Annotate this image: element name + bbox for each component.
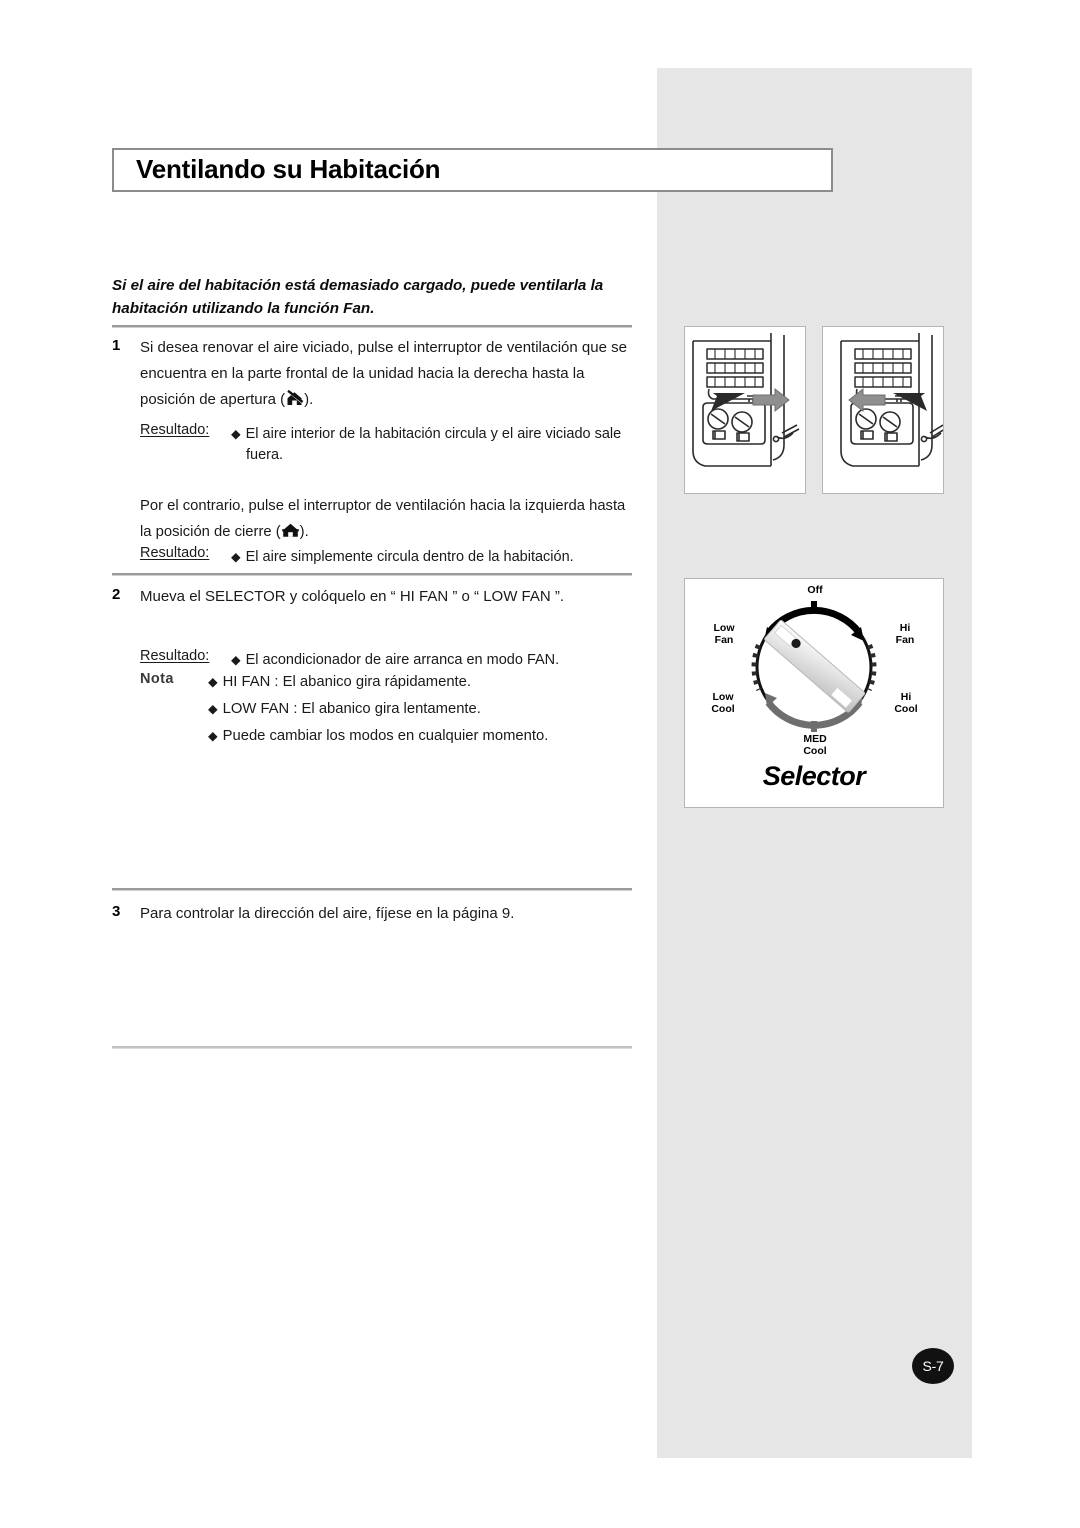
page-title: Ventilando su Habitación bbox=[136, 153, 441, 184]
step-1-result-text: ◆ El aire interior de la habitación circu… bbox=[231, 422, 631, 447]
step-2-result-sentence: El acondicionador de aire arranca en mod… bbox=[245, 652, 560, 668]
step-1-result2-sentence: El aire simplemente circula dentro de la… bbox=[245, 549, 574, 565]
note-item-text: HI FAN : El abanico gira rápidamente. bbox=[222, 674, 472, 690]
step-1-alt-tail: ). bbox=[299, 524, 309, 540]
step-1-result2-text: ◆ El aire simplemente circula dentro de l… bbox=[231, 545, 631, 570]
intro-paragraph: Si el aire del habitación está demasiado… bbox=[112, 277, 604, 317]
step-1-result2-label: Resultado: bbox=[140, 545, 210, 561]
step-1-result-continuation: fuera. bbox=[246, 447, 284, 463]
step-1-sentence: Si desea renovar el aire viciado, pulse … bbox=[140, 339, 627, 408]
diamond-bullet-icon: ◆ bbox=[231, 550, 241, 564]
dial-label-off: Off bbox=[807, 584, 823, 596]
selector-caption: Selector bbox=[762, 761, 866, 791]
diamond-bullet-icon: ◆ bbox=[208, 675, 218, 689]
note-item: ◆ LOW FAN : El abanico gira lentamente. bbox=[208, 696, 638, 723]
diamond-bullet-icon: ◆ bbox=[208, 702, 218, 716]
step-3-number: 3 bbox=[112, 903, 121, 920]
note-item-text: LOW FAN : El abanico gira lentamente. bbox=[222, 701, 481, 717]
divider-1 bbox=[112, 325, 632, 328]
dial-label-hi-cool: Hi Cool bbox=[894, 691, 918, 715]
illustration-ventilation-closed bbox=[822, 326, 944, 494]
dial-label-med-cool: MED Cool bbox=[803, 733, 827, 757]
divider-4 bbox=[112, 1046, 632, 1049]
diamond-bullet-icon: ◆ bbox=[208, 729, 218, 743]
step-1-sentence-tail: ). bbox=[304, 391, 314, 408]
page-title-box: Ventilando su Habitación bbox=[112, 148, 833, 192]
selector-dial-panel: Off Low Fan Hi Fan Low Cool Hi Cool MED … bbox=[684, 578, 944, 808]
note-item: ◆ Puede cambiar los modos en cualquier mo… bbox=[208, 723, 638, 750]
illustration-ventilation-open bbox=[684, 326, 806, 494]
note-list: ◆ HI FAN : El abanico gira rápidamente. ◆… bbox=[208, 669, 638, 750]
step-1-result-sentence: El aire interior de la habitación circul… bbox=[245, 426, 622, 442]
diamond-bullet-icon: ◆ bbox=[231, 427, 241, 441]
note-label: Nota bbox=[140, 671, 174, 687]
diamond-bullet-icon: ◆ bbox=[231, 653, 241, 667]
dial-label-hi-fan: Hi Fan bbox=[895, 622, 915, 646]
page-number-badge: S-7 bbox=[912, 1348, 954, 1384]
dial-label-low-cool: Low Cool bbox=[711, 691, 735, 715]
step-2-result-label: Resultado: bbox=[140, 648, 210, 664]
divider-3 bbox=[112, 888, 632, 891]
step-2-text: Mueva el SELECTOR y colóquelo en “ HI FA… bbox=[140, 588, 565, 605]
note-item: ◆ HI FAN : El abanico gira rápidamente. bbox=[208, 669, 638, 696]
step-1-text: Si desea renovar el aire viciado, pulse … bbox=[140, 335, 632, 413]
step-3-text: Para controlar la dirección del aire, fí… bbox=[140, 905, 515, 922]
step-1-alt-paragraph: Por el contrario, pulse el interruptor d… bbox=[140, 493, 632, 545]
dial-label-low-fan: Low Fan bbox=[713, 622, 735, 646]
vent-open-icon bbox=[285, 389, 304, 407]
step-1-result-label: Resultado: bbox=[140, 422, 210, 438]
divider-2 bbox=[112, 573, 632, 576]
vent-closed-icon bbox=[281, 522, 300, 539]
step-1-number: 1 bbox=[112, 337, 121, 354]
note-item-text: Puede cambiar los modos en cualquier mom… bbox=[222, 728, 549, 744]
step-1-alt-sentence: Por el contrario, pulse el interruptor d… bbox=[140, 498, 626, 540]
step-2-number: 2 bbox=[112, 586, 121, 603]
